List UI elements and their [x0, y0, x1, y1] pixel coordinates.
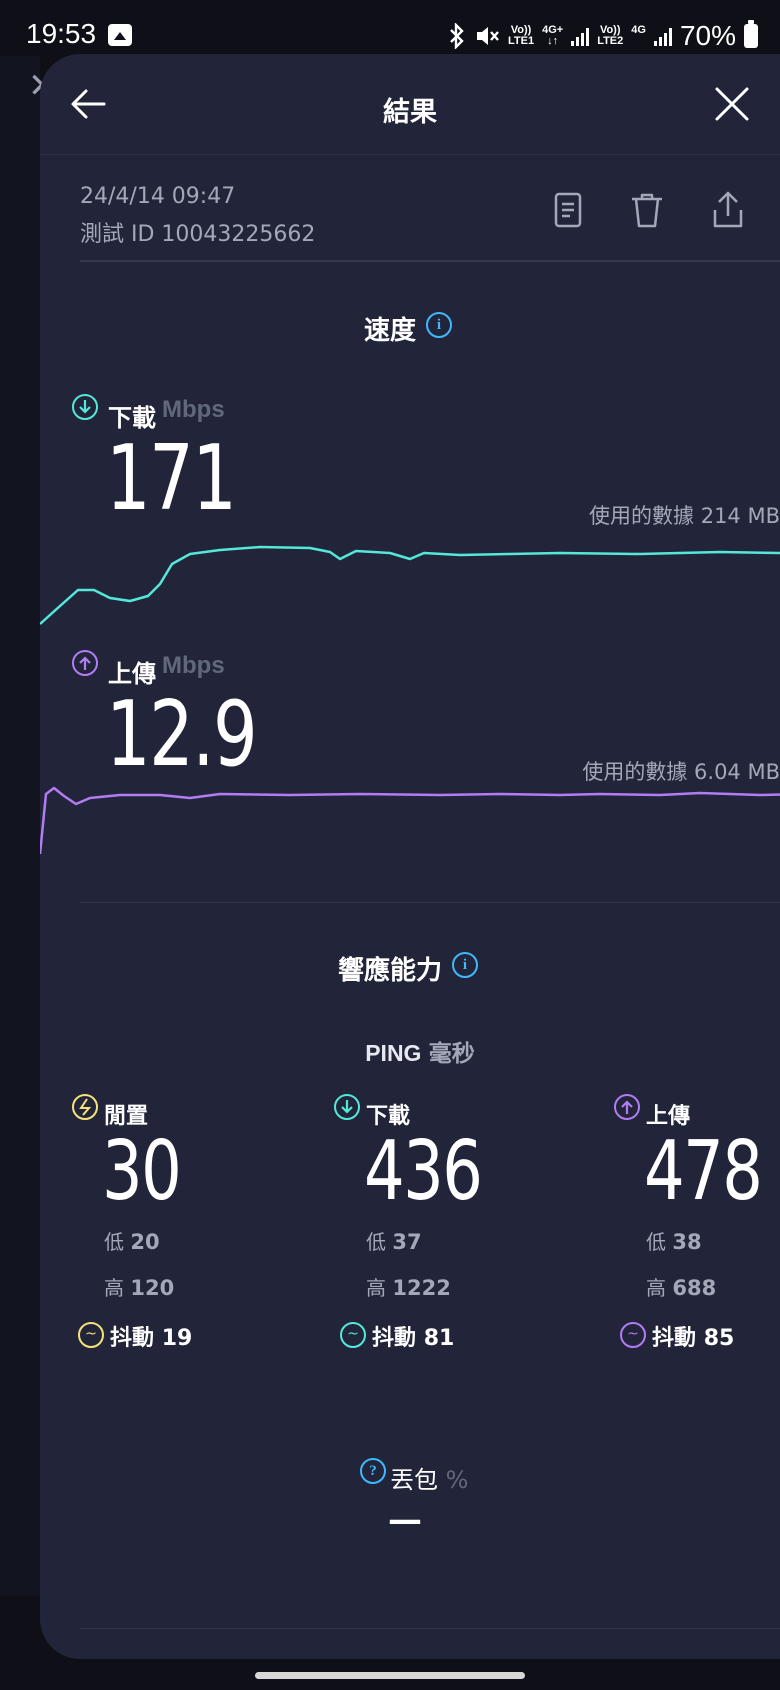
upload-ping-icon [614, 1094, 640, 1120]
status-icons: Vo)) LTE1 4G+ ↓↑ Vo)) LTE2 4G 70% [448, 16, 758, 56]
download-speed-graph [40, 545, 780, 625]
battery-icon [744, 20, 758, 48]
signal2-icon [653, 26, 672, 46]
divider [80, 902, 780, 903]
share-icon[interactable] [708, 190, 748, 230]
download-icon [72, 394, 98, 420]
download-ping-icon [334, 1094, 360, 1120]
signal1-icon [571, 26, 590, 46]
close-icon[interactable] [712, 84, 752, 124]
status-time: 19:53 [26, 18, 97, 49]
bluetooth-icon [450, 23, 464, 49]
test-id: 測試 ID 10043225662 [80, 222, 316, 247]
packet-loss-value: — [388, 1500, 422, 1540]
gallery-notification-icon [108, 24, 132, 46]
idle-low: 低 20 [104, 1230, 160, 1254]
idle-jitter: 抖動 19 [110, 1326, 193, 1351]
download-jitter: 抖動 81 [372, 1326, 455, 1351]
upload-icon [72, 650, 98, 676]
packet-loss-unit: % [445, 1466, 469, 1494]
upload-ping-low: 低 38 [646, 1230, 702, 1254]
home-indicator[interactable] [255, 1672, 525, 1679]
speed-info-icon[interactable]: i [426, 312, 452, 338]
ping-unit: 毫秒 [428, 1041, 475, 1067]
divider [80, 1628, 780, 1629]
divider [80, 260, 780, 262]
packet-loss-help-icon[interactable]: ? [360, 1458, 386, 1484]
upload-jitter-icon: ~ [620, 1322, 646, 1348]
download-ping-value: 436 [364, 1124, 483, 1219]
document-icon[interactable] [548, 190, 588, 230]
ping-label: PING [365, 1040, 422, 1066]
packet-loss-label: 丟包 [390, 1466, 438, 1494]
sim2-label: Vo)) LTE2 [597, 24, 624, 47]
idle-jitter-icon: ~ [78, 1322, 104, 1348]
idle-high: 高 120 [104, 1276, 175, 1300]
result-sheet: 結果 24/4/14 09:47 測試 ID 10043225662 速度 i … [40, 54, 780, 1659]
ping-header: PING 毫秒 [40, 1034, 780, 1068]
header: 結果 [40, 54, 780, 155]
upload-speed-graph [40, 786, 780, 855]
page-title: 結果 [383, 97, 437, 128]
download-jitter-icon: ~ [340, 1322, 366, 1348]
sim1-label: Vo)) LTE1 [508, 24, 535, 47]
responsiveness-info-icon[interactable]: i [452, 952, 478, 978]
download-unit: Mbps [162, 396, 225, 423]
network1-label: 4G+ ↓↑ [542, 24, 564, 47]
idle-ping-value: 30 [102, 1124, 182, 1219]
upload-jitter: 抖動 85 [652, 1326, 735, 1351]
background-screen [0, 56, 40, 1596]
upload-unit: Mbps [162, 652, 225, 679]
download-ping-high: 高 1222 [366, 1276, 451, 1300]
download-ping-low: 低 37 [366, 1230, 422, 1254]
mute-icon [477, 27, 499, 45]
upload-ping-value: 478 [644, 1124, 763, 1219]
battery-percent: 70% [679, 20, 736, 51]
upload-speed-value: 12.9 [106, 682, 258, 787]
trash-icon[interactable] [627, 190, 667, 230]
responsiveness-section-title: 響應能力 [337, 956, 442, 986]
network2-label: 4G [631, 24, 646, 36]
packet-loss-header: 丟包 % [390, 1460, 468, 1495]
download-speed-value: 171 [106, 426, 237, 531]
speed-section-title: 速度 [363, 316, 416, 346]
upload-ping-high: 高 688 [646, 1276, 717, 1300]
test-date: 24/4/14 09:47 [80, 184, 236, 209]
idle-lightning-icon [72, 1094, 98, 1120]
